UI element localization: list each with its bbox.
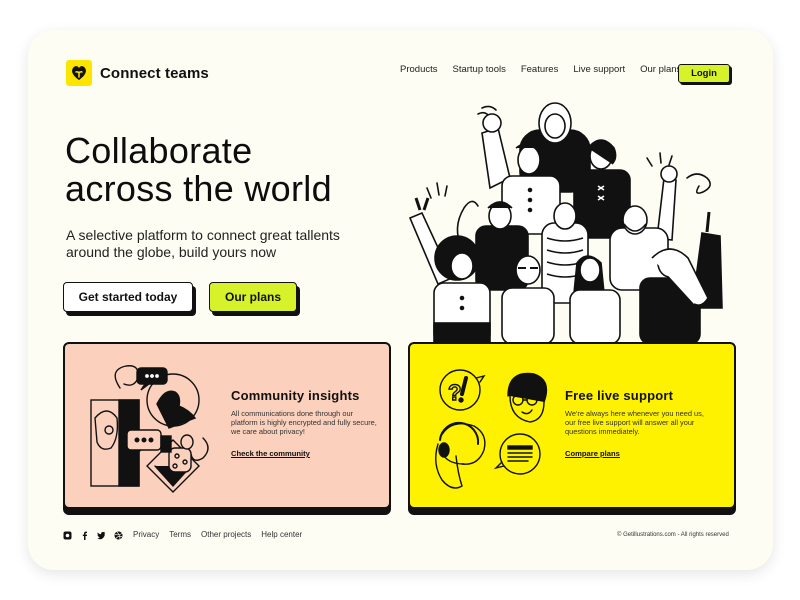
social-links [63,531,123,540]
nav-products[interactable]: Products [400,64,438,75]
community-illustration [90,365,209,493]
footer-link-terms[interactable]: Terms [169,530,191,539]
copyright: © Getillustrations.com - All rights rese… [617,532,729,538]
support-card-description: We're always here whenever you need us, … [565,409,704,436]
footer-link-help-center[interactable]: Help center [261,530,302,539]
community-card-text: Community insights All communications do… [231,388,379,461]
footer-link-privacy[interactable]: Privacy [133,530,159,539]
hero-subtitle: A selective platform to connect great ta… [66,227,340,260]
community-card-description: All communications done through our plat… [231,409,377,436]
instagram-icon[interactable] [63,531,72,540]
support-illustration: ? [435,369,548,489]
community-card-title: Community insights [231,388,360,403]
heart-sprout-icon [66,60,92,86]
free-live-support-card: ? Free live support We're always here wh… [408,342,736,509]
footer-links: Privacy Terms Other projects Help center [133,530,302,539]
our-plans-button[interactable]: Our plans [209,282,297,312]
main-nav: Products Startup tools Features Live sup… [400,64,696,75]
hero-illustration [408,102,723,344]
check-community-link[interactable]: Check the community [231,449,310,458]
hero-title-line-1: Collaborate [65,130,253,171]
compare-plans-link[interactable]: Compare plans [565,449,620,458]
hero-title: Collaborate across the world [65,132,332,208]
footer-link-other-projects[interactable]: Other projects [201,530,251,539]
twitter-icon[interactable] [97,531,106,540]
support-card-text: Free live support We're always here when… [565,388,713,461]
nav-our-plans[interactable]: Our plans [640,64,681,75]
get-started-button[interactable]: Get started today [63,282,193,312]
nav-features[interactable]: Features [521,64,559,75]
brand[interactable]: Connect teams [66,60,209,86]
nav-live-support[interactable]: Live support [573,64,625,75]
hero-title-line-2: across the world [65,168,332,209]
dribbble-icon[interactable] [114,531,123,540]
login-button[interactable]: Login [678,64,730,83]
support-card-title: Free live support [565,388,674,403]
nav-startup-tools[interactable]: Startup tools [453,64,506,75]
facebook-icon[interactable] [80,531,89,540]
community-insights-card: Community insights All communications do… [63,342,391,509]
brand-name: Connect teams [100,64,209,82]
